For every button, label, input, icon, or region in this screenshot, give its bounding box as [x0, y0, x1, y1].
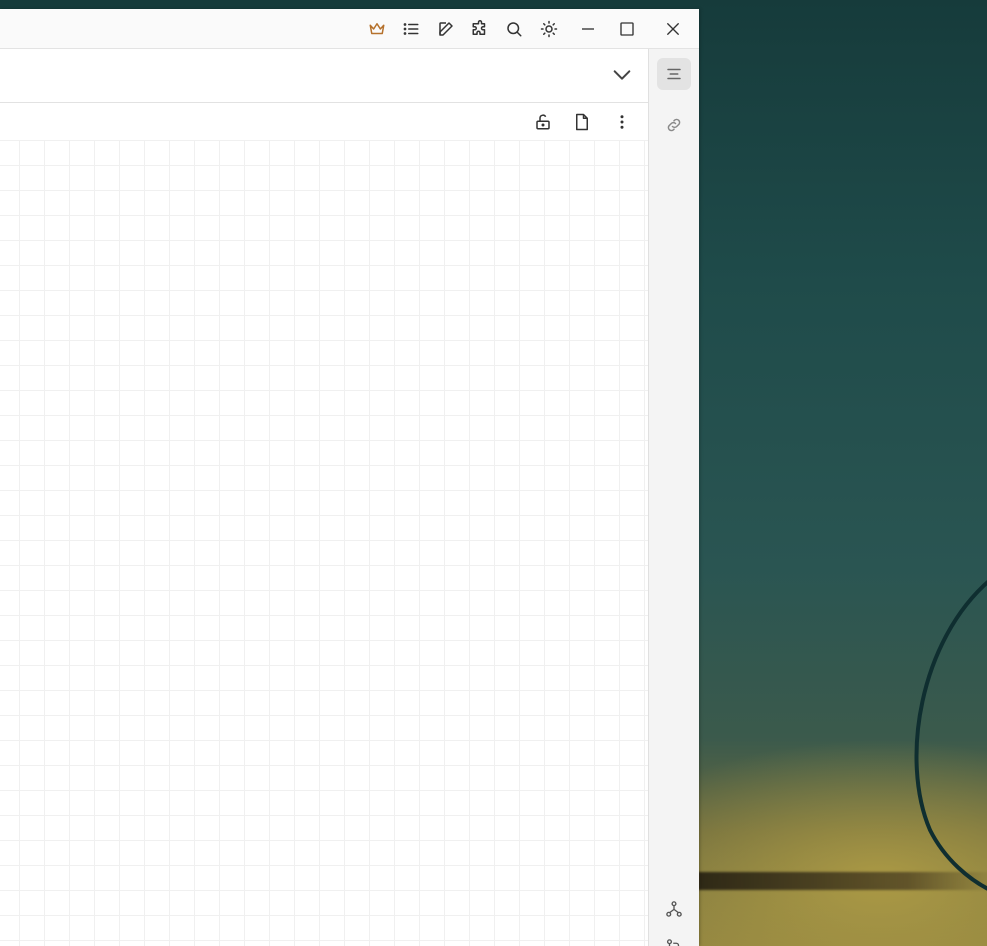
maximize-icon[interactable] [616, 18, 638, 40]
git-compare-icon[interactable] [657, 931, 691, 946]
list-icon[interactable] [400, 18, 422, 40]
unlock-icon[interactable] [530, 109, 556, 135]
view-toolbar [0, 103, 648, 140]
right-sidebar [648, 49, 699, 946]
title-bar [0, 9, 699, 49]
outline-icon[interactable] [657, 58, 691, 90]
more-vertical-icon[interactable] [609, 109, 635, 135]
canvas-grid[interactable] [0, 140, 648, 946]
tab-bar [0, 49, 648, 103]
sun-icon[interactable] [538, 18, 560, 40]
crown-icon[interactable] [366, 18, 388, 40]
search-icon[interactable] [503, 18, 525, 40]
minimize-icon[interactable] [577, 18, 599, 40]
file-icon[interactable] [569, 109, 595, 135]
puzzle-icon[interactable] [469, 18, 491, 40]
close-icon[interactable] [662, 18, 684, 40]
graph-icon[interactable] [657, 893, 691, 925]
wallpaper-curve [914, 580, 987, 891]
edit-icon[interactable] [435, 18, 457, 40]
link-icon[interactable] [657, 109, 691, 141]
chevron-down-icon[interactable] [609, 62, 635, 88]
app-window [0, 9, 699, 946]
